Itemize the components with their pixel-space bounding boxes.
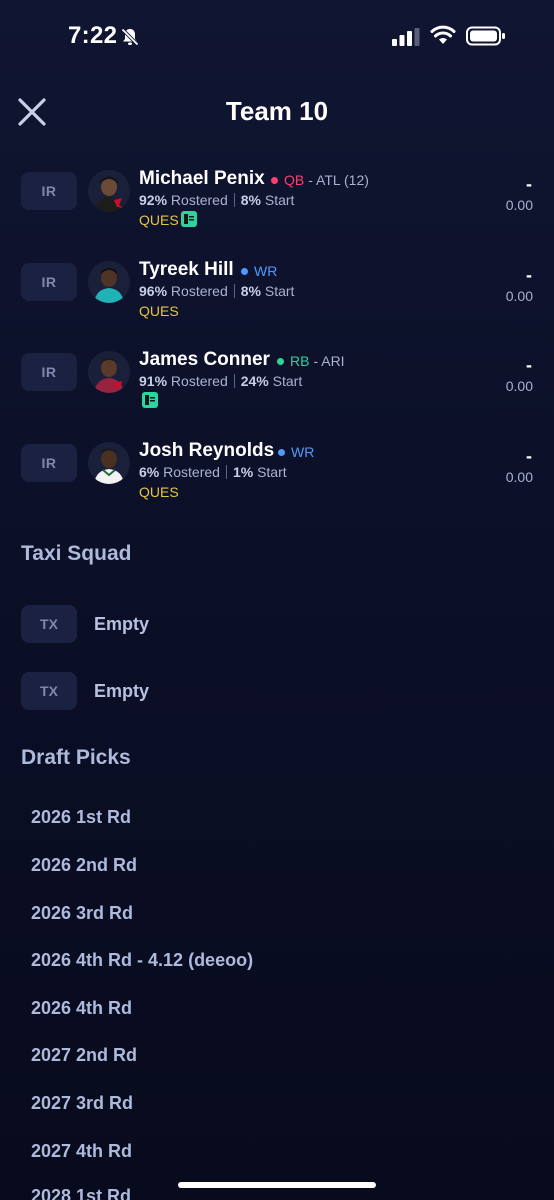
cellular-signal-icon (392, 28, 420, 46)
taxi-squad-title: Taxi Squad (21, 542, 132, 565)
draft-pick-item[interactable]: 2026 3rd Rd (31, 903, 133, 924)
position-label: WR (291, 444, 315, 460)
rostered-pct: 91% (139, 373, 168, 389)
start-label: Start (272, 373, 303, 389)
start-pct: 8% (240, 283, 261, 299)
draft-pick-item[interactable]: 2026 4th Rd - 4.12 (deeoo) (31, 950, 253, 971)
position-label: WR (254, 263, 278, 279)
news-icon[interactable] (142, 392, 158, 408)
position-dot (271, 176, 278, 184)
injury-status: QUES (139, 484, 179, 500)
draft-pick-item[interactable]: 2026 2nd Rd (31, 855, 137, 876)
rostered-pct: 96% (139, 283, 168, 299)
taxi-slot-row[interactable]: TX Empty (0, 672, 554, 712)
start-label: Start (264, 283, 295, 299)
score-value: 0.00 (505, 288, 533, 304)
taxi-slot-row[interactable]: TX Empty (0, 605, 554, 645)
position-info: WR (241, 263, 277, 279)
player-stats: 91% Rostered 24% Start (139, 373, 302, 389)
status-time: 7:22 (68, 22, 118, 49)
player-avatar (88, 261, 130, 303)
position-label: QB (284, 172, 305, 188)
start-label: Start (264, 192, 295, 208)
player-avatar (88, 442, 130, 484)
score-value: 0.00 (505, 197, 533, 213)
draft-pick-item[interactable]: 2027 2nd Rd (31, 1045, 137, 1066)
ir-slot-badge[interactable]: IR (21, 444, 77, 482)
start-label: Start (257, 464, 287, 480)
ir-slot-badge[interactable]: IR (21, 172, 77, 210)
player-name[interactable]: Josh Reynolds (139, 440, 274, 462)
team-label: - ARI (313, 353, 345, 369)
player-name[interactable]: James Conner (139, 349, 270, 371)
score-dash: - (526, 446, 532, 466)
score-value: 0.00 (505, 469, 533, 485)
position-info: WR (278, 444, 314, 460)
player-stats: 96% Rostered 8% Start (139, 283, 294, 299)
injury-status: QUES (139, 212, 179, 228)
rostered-label: Rostered (170, 192, 228, 208)
player-row[interactable]: IR James Conner RB - ARI 91% Rostered 24%… (0, 349, 554, 433)
rostered-label: Rostered (170, 283, 228, 299)
rostered-label: Rostered (170, 373, 228, 389)
player-row[interactable]: IR Josh Reynolds WR 6% Rostered 1% Start … (0, 440, 554, 524)
rostered-pct: 92% (139, 192, 168, 208)
empty-slot-label[interactable]: Empty (94, 681, 149, 702)
player-avatar (88, 351, 130, 393)
score-value: 0.00 (505, 378, 533, 394)
wifi-icon (430, 25, 456, 44)
draft-pick-item[interactable]: 2026 4th Rd (31, 998, 132, 1019)
position-dot (277, 357, 284, 365)
ir-slot-badge[interactable]: IR (21, 263, 77, 301)
position-dot (241, 267, 248, 275)
draft-pick-item[interactable]: 2026 1st Rd (31, 807, 131, 828)
player-name[interactable]: Tyreek Hill (139, 259, 234, 281)
score-dash: - (526, 355, 532, 375)
home-indicator[interactable] (178, 1182, 376, 1188)
player-stats: 6% Rostered 1% Start (139, 464, 287, 480)
start-pct: 1% (232, 464, 254, 480)
injury-status: QUES (139, 303, 179, 319)
rostered-label: Rostered (163, 464, 220, 480)
status-bar: 7:22 (0, 0, 554, 70)
score-dash: - (526, 265, 532, 285)
empty-slot-label[interactable]: Empty (94, 614, 149, 635)
position-dot (278, 448, 285, 456)
page-title: Team 10 (225, 96, 329, 126)
draft-pick-item[interactable]: 2028 1st Rd (31, 1186, 131, 1200)
header: Team 10 (0, 80, 554, 144)
draft-picks-title: Draft Picks (21, 746, 131, 769)
team-label: - ATL (12) (308, 172, 369, 188)
player-stats: 92% Rostered 8% Start (139, 192, 294, 208)
player-row[interactable]: IR Tyreek Hill WR 96% Rostered 8% Start Q… (0, 259, 554, 343)
rostered-pct: 6% (139, 464, 160, 480)
bell-muted-icon (120, 27, 140, 47)
start-pct: 8% (240, 192, 261, 208)
position-label: RB (290, 353, 310, 369)
draft-pick-item[interactable]: 2027 3rd Rd (31, 1093, 133, 1114)
news-icon[interactable] (181, 211, 197, 227)
draft-pick-item[interactable]: 2027 4th Rd (31, 1141, 132, 1162)
battery-icon (466, 26, 505, 46)
player-avatar (88, 170, 130, 212)
score-dash: - (526, 174, 532, 194)
tx-slot-badge[interactable]: TX (21, 605, 77, 643)
position-info: RB - ARI (277, 353, 345, 369)
player-name[interactable]: Michael Penix (139, 168, 265, 190)
tx-slot-badge[interactable]: TX (21, 672, 77, 710)
start-pct: 24% (240, 373, 269, 389)
position-info: QB - ATL (12) (271, 172, 369, 188)
ir-slot-badge[interactable]: IR (21, 353, 77, 391)
screen: 7:22 Team 10 IR Michael Penix QB - ATL (… (0, 0, 554, 1200)
player-row[interactable]: IR Michael Penix QB - ATL (12) 92% Roste… (0, 168, 554, 252)
